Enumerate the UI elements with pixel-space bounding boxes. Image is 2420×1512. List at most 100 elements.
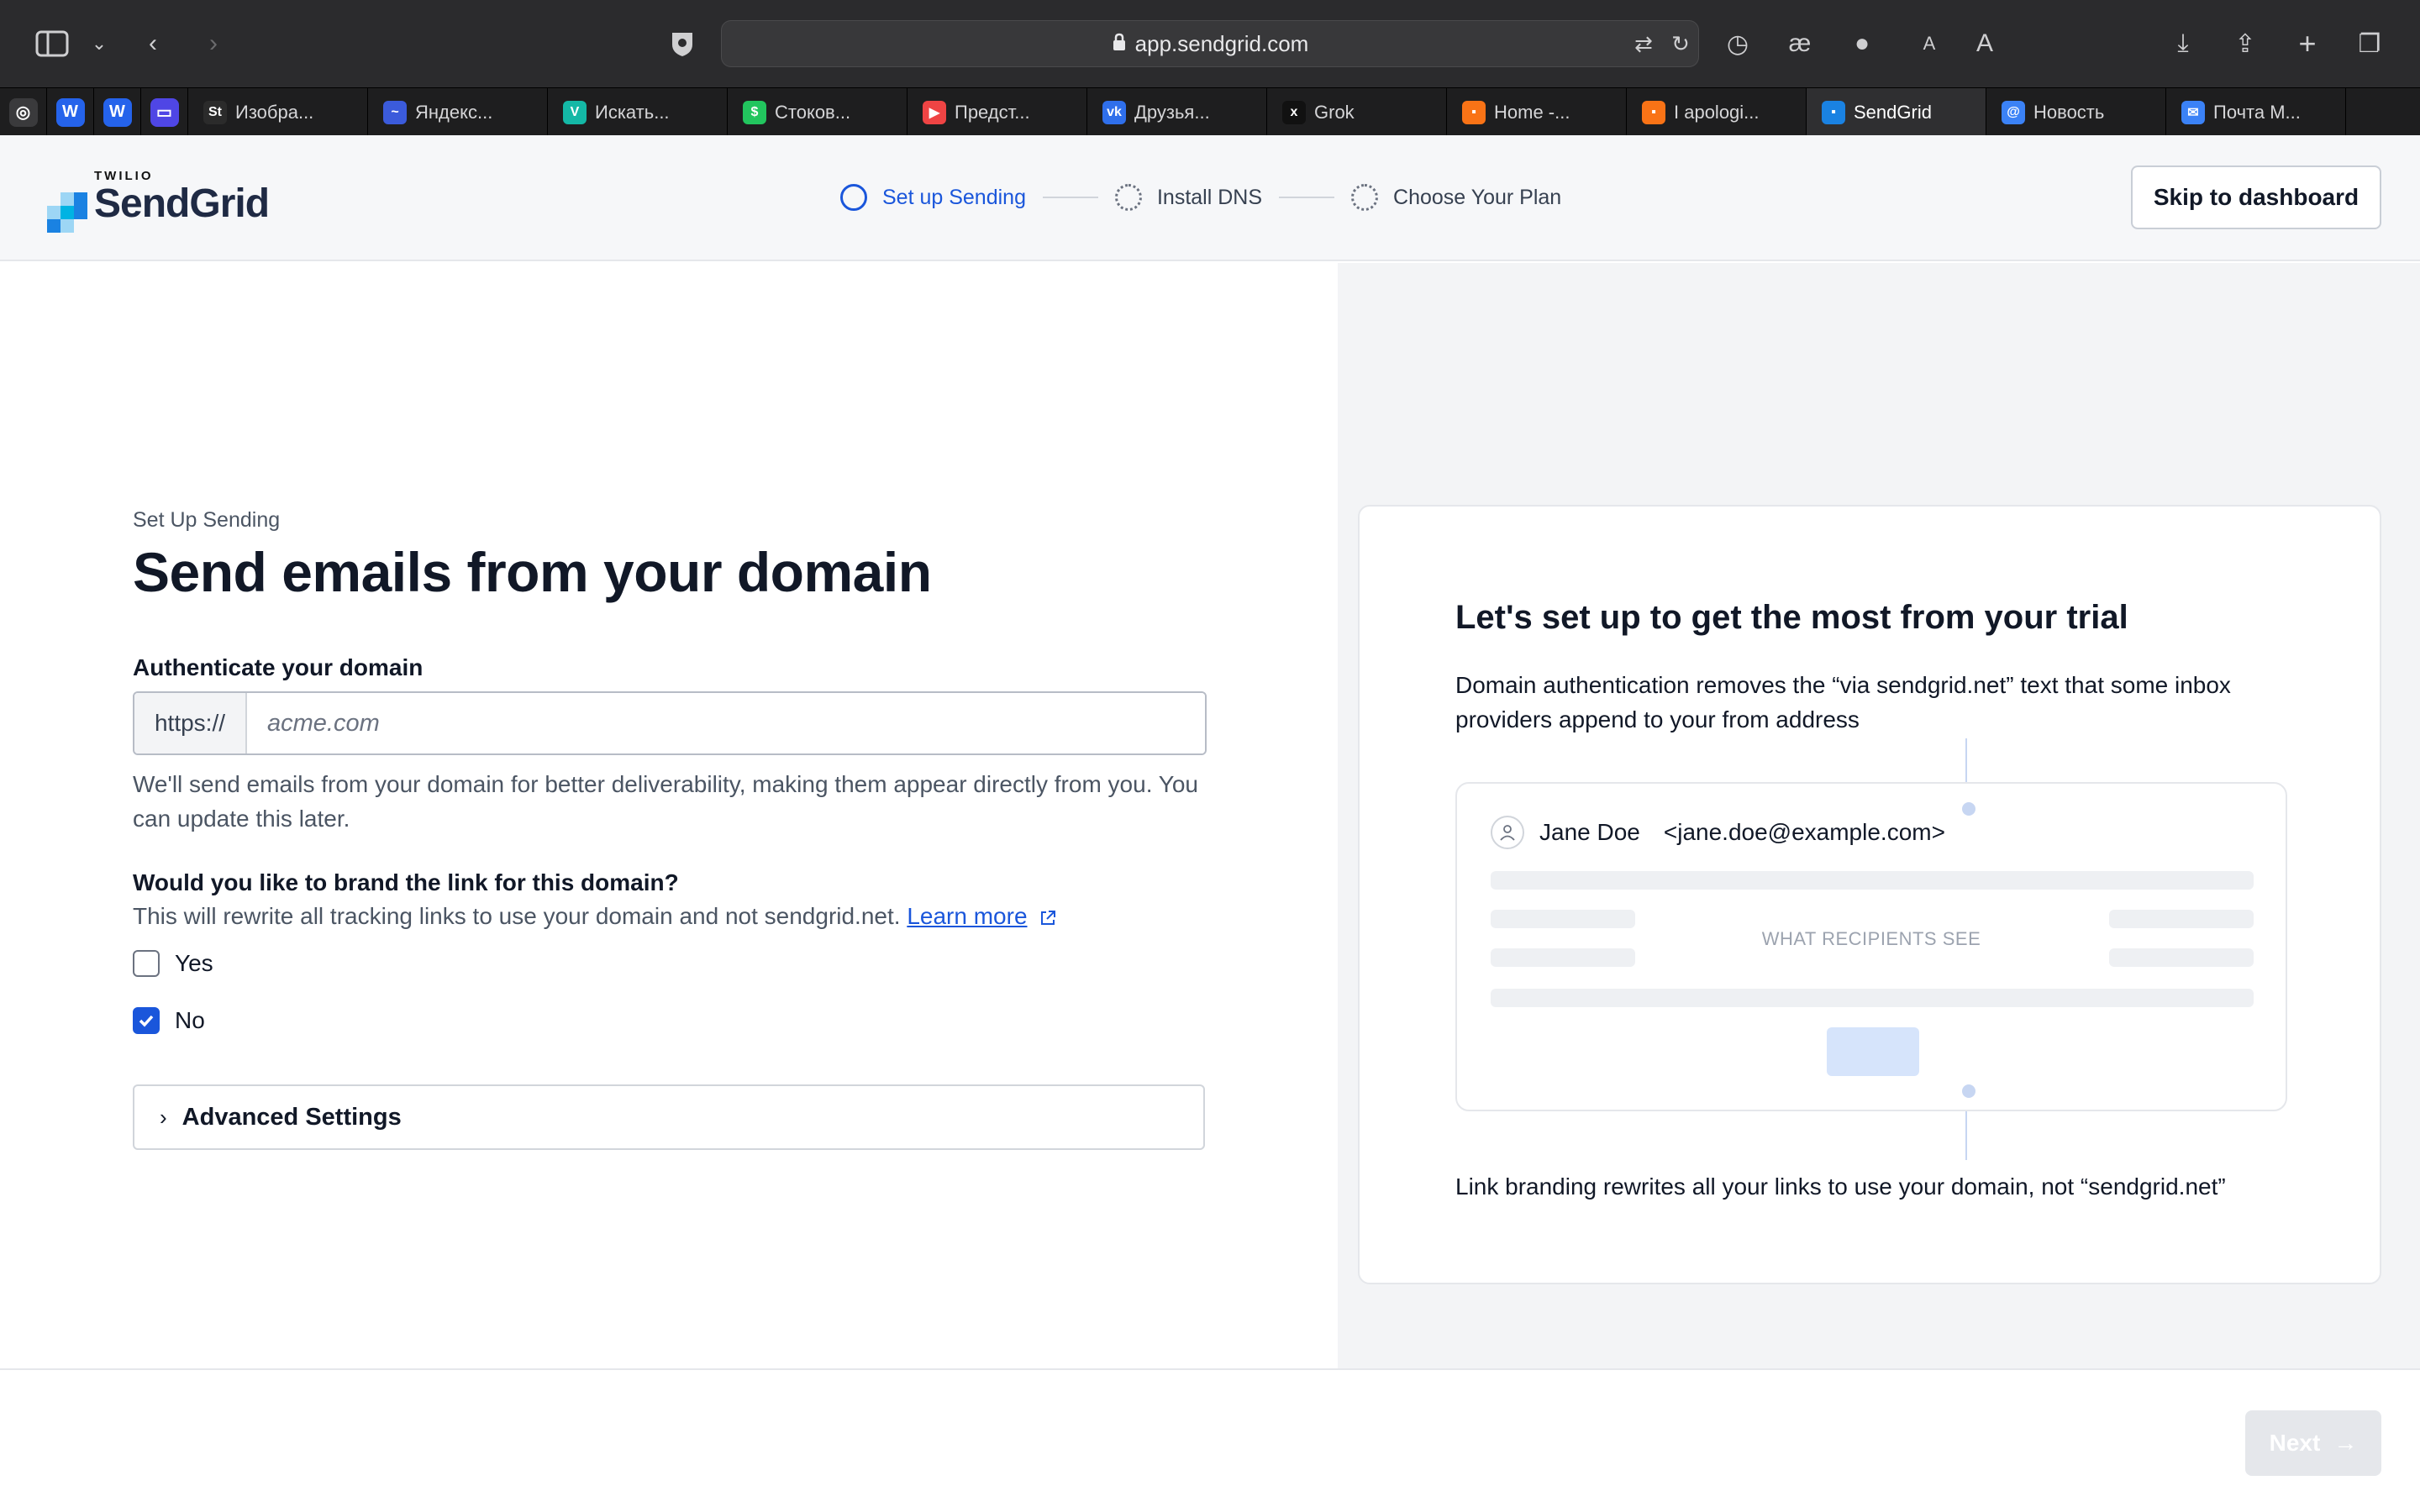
- connector-dot: [1962, 1084, 1975, 1098]
- step-set-up-sending: Set up Sending: [840, 184, 1026, 211]
- checkbox-yes[interactable]: [133, 950, 160, 977]
- learn-more-link[interactable]: Learn more: [907, 903, 1027, 929]
- option-yes[interactable]: Yes: [133, 950, 213, 977]
- brand-link-description: This will rewrite all tracking links to …: [133, 903, 1057, 930]
- step-divider: [1279, 197, 1335, 198]
- sender-email: <jane.doe@example.com>: [1663, 819, 1945, 845]
- step-label: Choose Your Plan: [1393, 185, 1562, 209]
- step-pending-icon: [1114, 184, 1142, 211]
- advanced-settings-label: Advanced Settings: [182, 1103, 402, 1131]
- tab-bar: ◎ W W ▭ St Изобра... ~ Яндекс... V Искать... $…: [0, 87, 2420, 136]
- app-header: TWILIO SendGrid Set up Sending Install D…: [0, 135, 2420, 261]
- pinned-tab[interactable]: ▭: [141, 88, 188, 136]
- browser-tab[interactable]: $ Стоков...: [728, 88, 908, 136]
- step-choose-plan: Choose Your Plan: [1351, 184, 1561, 211]
- pinned-tab[interactable]: W: [94, 88, 141, 136]
- browser-tab[interactable]: x Grok: [1267, 88, 1447, 136]
- tab-label: Стоков...: [775, 101, 851, 123]
- placeholder-line: [2109, 910, 2254, 928]
- browser-tab[interactable]: ▪ I apologi...: [1627, 88, 1807, 136]
- tab-favicon-icon: x: [1282, 100, 1306, 124]
- tab-label: I apologi...: [1674, 101, 1760, 123]
- recipients-label: WHAT RECIPIENTS SEE: [1761, 928, 1981, 949]
- browser-tab[interactable]: ▪ Home -...: [1447, 88, 1627, 136]
- option-no-label: No: [175, 1007, 205, 1033]
- tab-favicon-icon: ▪: [1642, 100, 1665, 124]
- external-link-icon[interactable]: [1039, 909, 1057, 927]
- tab-label: Home -...: [1494, 101, 1570, 123]
- tab-favicon-icon: ~: [383, 100, 407, 124]
- tab-label: Grok: [1314, 101, 1355, 123]
- browser-tab[interactable]: ~ Яндекс...: [368, 88, 548, 136]
- browser-tab[interactable]: ✉ Почта М...: [2166, 88, 2346, 136]
- browser-tab[interactable]: @ Новость: [1986, 88, 2166, 136]
- sendgrid-logo[interactable]: TWILIO SendGrid: [47, 165, 291, 241]
- tab-label: Почта М...: [2213, 101, 2301, 123]
- tab-favicon-icon: $: [743, 100, 766, 124]
- tab-favicon-icon: @: [2002, 100, 2025, 124]
- domain-field: https://: [133, 691, 1207, 755]
- placeholder-line: [1491, 871, 2254, 890]
- connector-line: [1965, 738, 1967, 789]
- browser-toolbar: ⌄ ‹ › app.sendgrid.com ⇄ ↻ ◷ æ ● A A ⤓ ⇪…: [0, 0, 2420, 87]
- pinned-tab[interactable]: ◎: [0, 88, 47, 136]
- checkbox-no[interactable]: [133, 1007, 160, 1034]
- address-bar[interactable]: app.sendgrid.com: [721, 20, 1699, 67]
- domain-input[interactable]: [247, 693, 1205, 753]
- ae-extension-icon[interactable]: æ: [1781, 25, 1818, 62]
- sidebar-toggle-icon[interactable]: [34, 25, 71, 62]
- next-button[interactable]: Next →: [2245, 1410, 2381, 1476]
- placeholder-line: [1491, 948, 1635, 967]
- section-eyebrow: Set Up Sending: [133, 508, 281, 532]
- brand-link-sub-text: This will rewrite all tracking links to …: [133, 903, 901, 929]
- step-label: Set up Sending: [882, 185, 1026, 209]
- pinned-tab[interactable]: W: [47, 88, 94, 136]
- placeholder-button: [1827, 1027, 1919, 1076]
- info-panel: Let's set up to get the most from your t…: [1338, 263, 2420, 1368]
- domain-help-text: We'll send emails from your domain for b…: [133, 771, 1198, 832]
- skip-to-dashboard-button[interactable]: Skip to dashboard: [2131, 165, 2381, 229]
- browser-tab[interactable]: V Искать...: [548, 88, 728, 136]
- translate-icon[interactable]: ⇄: [1625, 25, 1662, 62]
- placeholder-line: [1491, 910, 1635, 928]
- new-tab-icon[interactable]: +: [2289, 25, 2326, 62]
- onboarding-stepper: Set up Sending Install DNS Choose Your P…: [840, 181, 1561, 214]
- shield-extension-icon[interactable]: [664, 25, 701, 62]
- browser-tab[interactable]: ▪ SendGrid: [1807, 88, 1986, 136]
- chevron-right-icon: ›: [160, 1104, 167, 1130]
- browser-tab[interactable]: ▶ Предст...: [908, 88, 1087, 136]
- setup-form-panel: Set Up Sending Send emails from your dom…: [0, 263, 1338, 1368]
- advanced-settings-toggle[interactable]: › Advanced Settings: [133, 1084, 1205, 1150]
- card-title: Let's set up to get the most from your t…: [1455, 599, 2128, 636]
- step-pending-icon: [1351, 184, 1379, 211]
- text-smaller-icon[interactable]: A: [1911, 25, 1948, 62]
- download-icon[interactable]: ⤓: [2165, 25, 2202, 62]
- tab-overview-icon[interactable]: ❐: [2351, 25, 2388, 62]
- browser-tab[interactable]: vk Друзья...: [1087, 88, 1267, 136]
- option-no[interactable]: No: [133, 1007, 205, 1034]
- card-description: Domain authentication removes the “via s…: [1455, 672, 2231, 732]
- preview-sender: Jane Doe <jane.doe@example.com>: [1491, 816, 1945, 849]
- tab-favicon-icon: vk: [1102, 100, 1126, 124]
- logo-wordmark: SendGrid: [94, 181, 270, 226]
- openai-icon: ◎: [8, 97, 38, 127]
- back-icon[interactable]: ‹: [134, 25, 171, 62]
- forward-icon[interactable]: ›: [195, 25, 232, 62]
- tab-favicon-icon: ▪: [1462, 100, 1486, 124]
- reload-icon[interactable]: ↻: [1662, 25, 1699, 62]
- text-larger-icon[interactable]: A: [1966, 25, 2003, 62]
- history-icon[interactable]: ◷: [1719, 25, 1756, 62]
- page-footer: Next →: [0, 1368, 2420, 1512]
- wordpress-icon: W: [103, 97, 132, 127]
- browser-tab[interactable]: St Изобра...: [188, 88, 368, 136]
- cookie-icon[interactable]: ●: [1844, 25, 1881, 62]
- connector-dot: [1962, 802, 1975, 816]
- share-icon[interactable]: ⇪: [2227, 25, 2264, 62]
- folder-icon: ▭: [150, 97, 179, 127]
- step-divider: [1042, 197, 1098, 198]
- tab-label: Яндекс...: [415, 101, 493, 123]
- brand-link-question: Would you like to brand the link for thi…: [133, 869, 679, 895]
- chevron-down-icon[interactable]: ⌄: [81, 25, 118, 62]
- email-preview: Jane Doe <jane.doe@example.com> WHAT REC…: [1455, 782, 2287, 1111]
- step-current-icon: [840, 184, 867, 211]
